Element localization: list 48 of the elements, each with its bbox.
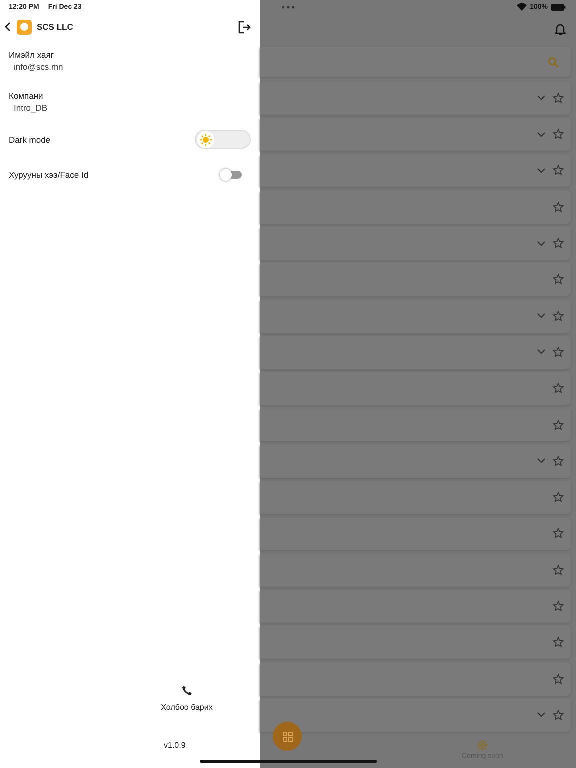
- chevron-down-icon[interactable]: [537, 349, 546, 356]
- star-icon[interactable]: [553, 456, 564, 467]
- star-icon[interactable]: [553, 346, 564, 358]
- logout-icon[interactable]: [238, 20, 251, 34]
- grid-icon: [282, 732, 292, 742]
- star-icon[interactable]: [553, 710, 564, 721]
- star-icon[interactable]: [553, 564, 564, 576]
- version-text: v1.0.9: [164, 741, 187, 750]
- chevron-down-icon[interactable]: [537, 458, 546, 464]
- star-icon[interactable]: [553, 165, 564, 176]
- phone-icon[interactable]: [182, 685, 192, 696]
- star-icon[interactable]: [553, 420, 564, 431]
- chevron-down-icon[interactable]: [537, 712, 546, 718]
- setting-label: Dark mode: [9, 134, 51, 144]
- star-icon[interactable]: [553, 674, 564, 685]
- star-icon[interactable]: [553, 202, 564, 213]
- sun-icon: [197, 130, 215, 148]
- star-icon[interactable]: [553, 274, 564, 286]
- logo-icon: [17, 20, 32, 34]
- star-icon[interactable]: [553, 383, 564, 394]
- star-icon[interactable]: [553, 92, 564, 104]
- star-icon[interactable]: [553, 129, 564, 140]
- star-icon[interactable]: [553, 310, 564, 322]
- chevron-down-icon[interactable]: [537, 132, 546, 138]
- contact-link[interactable]: Холбоо барих: [161, 703, 213, 712]
- chevron-down-icon[interactable]: [537, 95, 546, 102]
- wifi-icon: [517, 3, 528, 11]
- chevron-down-icon[interactable]: [537, 168, 546, 174]
- star-icon[interactable]: [553, 492, 564, 504]
- grid-fab[interactable]: [273, 722, 302, 751]
- star-icon[interactable]: [553, 637, 564, 648]
- back-icon[interactable]: [5, 22, 11, 32]
- star-icon[interactable]: [553, 528, 564, 540]
- field-label: Имэйл хаяг: [9, 50, 55, 60]
- chevron-down-icon[interactable]: [537, 240, 546, 247]
- multitask-icon: [282, 6, 295, 8]
- setting-label: Хурууны хээ/Face Id: [9, 170, 89, 180]
- star-icon[interactable]: [553, 238, 564, 250]
- battery-icon: [551, 4, 566, 10]
- company-name: SCS LLC: [37, 22, 74, 32]
- dark-mode-toggle[interactable]: [195, 130, 251, 149]
- field-value: info@scs.mn: [13, 62, 64, 72]
- bell-icon[interactable]: [555, 22, 566, 36]
- face-id-switch[interactable]: [222, 170, 242, 178]
- field-label: Компани: [9, 91, 44, 101]
- field-value: Intro_DB: [13, 103, 49, 113]
- chevron-down-icon[interactable]: [537, 313, 546, 320]
- star-icon[interactable]: [553, 601, 564, 612]
